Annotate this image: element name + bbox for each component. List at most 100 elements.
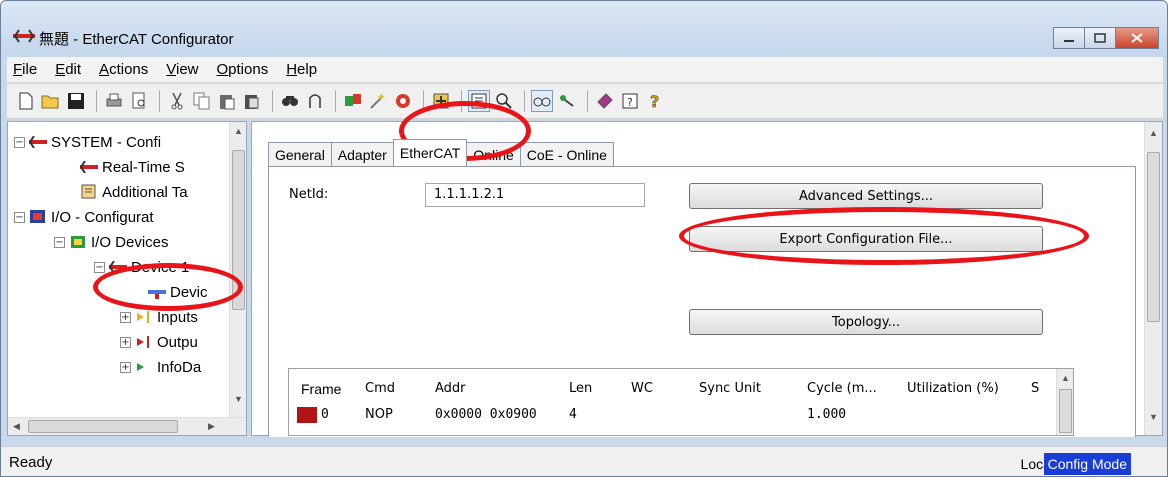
cut-icon[interactable] [166,90,188,112]
toolbar-separator [423,90,424,112]
frame-table-scroll-thumb[interactable] [1059,389,1072,433]
menu-edit[interactable]: Edit [55,61,81,78]
collapse-icon[interactable]: − [14,211,25,223]
tree-horizontal-scrollbar[interactable]: ◀ ▶ [8,417,246,435]
scroll-down-icon[interactable]: ▼ [1149,412,1158,422]
tree-item-io-devices[interactable]: − I/O Devices [54,230,169,254]
collapse-icon[interactable]: − [14,136,25,148]
new-icon[interactable] [15,90,37,112]
toolbar-separator [335,90,336,112]
expand-icon[interactable]: + [120,311,131,323]
tree-item-infodata[interactable]: + InfoDa [120,355,201,379]
menu-help-accel: H [286,61,298,78]
find-icon[interactable] [279,90,301,112]
tab-strip: General Adapter EtherCAT Online CoE - On… [268,139,614,166]
menu-actions[interactable]: Actions [99,61,148,78]
menu-help[interactable]: Help [286,61,317,78]
column-sync-unit[interactable]: Sync Unit [699,381,761,396]
collapse-icon[interactable]: − [94,261,105,273]
menu-options[interactable]: Options [217,61,269,78]
tab-ethercat[interactable]: EtherCAT [392,139,468,166]
tree-panel: − SYSTEM - Confi Real-Time S Additional … [7,121,247,436]
column-cmd[interactable]: Cmd [365,381,395,396]
copy-icon[interactable] [191,90,213,112]
svg-text:?: ? [627,96,633,109]
panel-vertical-scrollbar[interactable]: ▲ ▼ [1144,122,1162,435]
tab-coe-online[interactable]: CoE - Online [519,142,614,166]
maximize-button[interactable] [1084,27,1116,49]
tab-online[interactable]: Online [466,142,521,166]
tree-horizontal-scroll-thumb[interactable] [28,420,178,433]
frame-table-scrollbar[interactable]: ▲ [1056,369,1073,435]
glasses-icon[interactable] [531,90,553,112]
toolbar-separator [159,90,160,112]
close-button[interactable] [1115,27,1159,49]
find-next-icon[interactable] [304,90,326,112]
toolbar-separator [461,90,462,112]
menu-edit-rest: dit [65,61,82,78]
column-wc[interactable]: WC [631,381,653,396]
menu-file[interactable]: File [13,61,37,78]
book-icon[interactable] [594,90,616,112]
print-icon[interactable] [103,90,125,112]
column-frame[interactable]: Frame [301,381,341,397]
io-config-icon [29,209,47,225]
scan-icon[interactable] [342,90,364,112]
open-icon[interactable] [40,90,62,112]
tree-item-realtime[interactable]: Real-Time S [80,155,185,179]
frame-color-swatch [297,407,317,423]
whats-this-icon[interactable]: ? [644,90,666,112]
link-icon[interactable] [556,90,578,112]
advanced-settings-button[interactable]: Advanced Settings... [689,183,1043,209]
column-len[interactable]: Len [569,381,592,396]
toolbar-separator [96,90,97,112]
tree-item-system[interactable]: − SYSTEM - Confi [14,130,161,154]
column-utilization[interactable]: Utilization (%) [907,381,999,396]
collapse-icon[interactable]: − [54,236,65,248]
save-icon[interactable] [65,90,87,112]
minimize-icon [1064,40,1074,42]
export-configuration-file-button[interactable]: Export Configuration File... [689,226,1043,252]
tree-item-io-configuration[interactable]: − I/O - Configurat [14,205,154,229]
tab-adapter[interactable]: Adapter [330,142,394,166]
menu-view[interactable]: View [166,61,198,78]
zoom-icon[interactable] [493,90,515,112]
reload-icon[interactable] [392,90,414,112]
column-cycle[interactable]: Cycle (m... [807,381,877,396]
help-icon[interactable]: ? [619,90,641,112]
scroll-up-icon[interactable]: ▲ [1061,373,1070,383]
scroll-up-icon[interactable]: ▲ [234,126,243,136]
tree-item-device-image[interactable]: Devic [148,280,208,304]
netid-field[interactable]: 1.1.1.1.2.1 [425,183,645,207]
wand-icon[interactable] [367,90,389,112]
topology-button[interactable]: Topology... [689,309,1043,335]
scroll-up-icon[interactable]: ▲ [1149,128,1158,138]
tree-item-label: Inputs [157,308,198,326]
tree-item-inputs[interactable]: + Inputs [120,305,198,329]
tree-vertical-scroll-thumb[interactable] [232,150,245,310]
column-addr[interactable]: Addr [435,381,466,396]
cell-len: 4 [569,407,577,422]
tree-item-additional-tasks[interactable]: Additional Ta [80,180,188,204]
column-s[interactable]: S [1031,381,1039,396]
scroll-right-icon[interactable]: ▶ [208,421,215,432]
panel-scroll-thumb[interactable] [1147,152,1160,322]
minimize-button[interactable] [1053,27,1085,49]
expand-icon[interactable]: + [120,336,131,348]
paste-icon[interactable] [216,90,238,112]
tree-view-icon[interactable] [468,90,490,112]
device-image-icon [148,284,166,300]
print-preview-icon[interactable] [128,90,150,112]
expand-icon[interactable]: + [120,361,131,373]
window-title: 無題 - EtherCAT Configurator [39,31,234,48]
paste-special-icon[interactable] [241,90,263,112]
scroll-down-icon[interactable]: ▼ [234,394,243,404]
tree-vertical-scrollbar[interactable]: ▲ ▼ [229,122,246,418]
tree-item-label: Real-Time S [102,158,185,176]
tab-general[interactable]: General [268,142,332,166]
scroll-left-icon[interactable]: ◀ [13,421,20,432]
toolbar-separator [524,90,525,112]
tree-item-device-1[interactable]: − Device 1 [94,255,189,279]
tree-item-outputs[interactable]: + Outpu [120,330,198,354]
insert-icon[interactable] [430,90,452,112]
